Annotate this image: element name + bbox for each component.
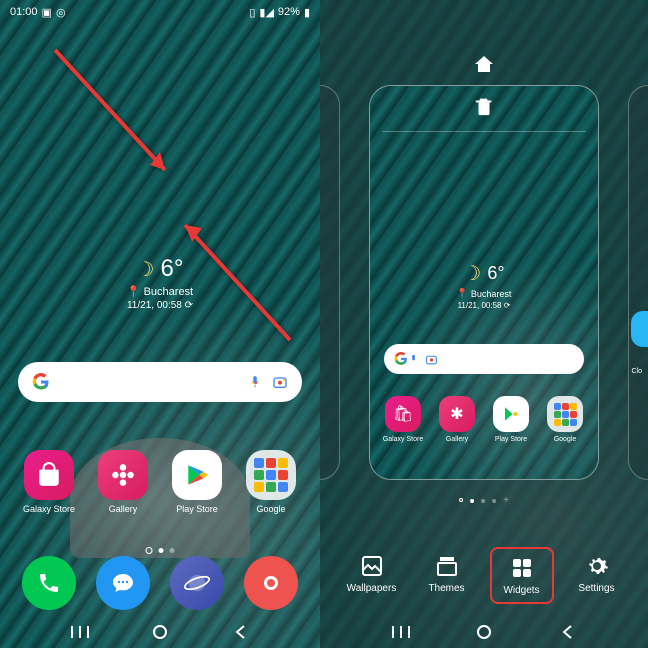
wallpaper-icon — [359, 553, 385, 579]
google-icon — [394, 352, 408, 366]
annotation-arrow — [45, 40, 195, 205]
app-row: 🛍Galaxy Store ✱Gallery Play Store Google — [370, 396, 598, 443]
pin-icon: 📍 — [127, 285, 141, 298]
tool-settings[interactable]: Settings — [565, 547, 629, 604]
play-icon — [184, 462, 210, 488]
flower-icon — [110, 462, 136, 488]
nav-back[interactable] — [230, 622, 250, 642]
battery-text: 92% — [278, 6, 300, 18]
gear-icon — [584, 553, 610, 579]
camera-icon — [259, 571, 283, 595]
page-indicator[interactable] — [146, 548, 175, 554]
preview-page-left[interactable] — [320, 85, 340, 480]
nav-recent[interactable] — [70, 622, 90, 642]
dock-phone[interactable] — [17, 556, 81, 610]
dock-messages[interactable] — [91, 556, 155, 610]
nav-back[interactable] — [557, 622, 577, 642]
folder-icon — [547, 396, 583, 432]
dock — [0, 556, 320, 610]
picture-icon: ▣ — [42, 6, 52, 19]
lens-icon[interactable] — [272, 374, 288, 390]
mic-icon — [408, 354, 419, 365]
signal-icon: ▮◢ — [259, 6, 274, 19]
tool-wallpapers[interactable]: Wallpapers — [340, 547, 404, 604]
google-search-bar[interactable] — [18, 362, 302, 402]
page-indicator: + — [459, 495, 509, 506]
app-galaxy-store[interactable]: Galaxy Store — [17, 450, 81, 514]
message-icon — [111, 571, 135, 595]
widgets-icon — [509, 555, 535, 581]
divider — [382, 131, 586, 132]
nav-bar — [0, 616, 320, 648]
app-label: Galaxy Store — [23, 504, 75, 514]
dot-active — [470, 499, 474, 503]
vibrate-icon: ▯ — [249, 6, 255, 19]
nav-home[interactable] — [150, 622, 170, 642]
edit-toolbar: Wallpapers Themes Widgets Settings — [320, 547, 648, 604]
dot — [481, 499, 485, 503]
mic-icon[interactable] — [248, 375, 262, 389]
status-time: 01:00 — [10, 6, 38, 18]
tool-widgets[interactable]: Widgets — [490, 547, 554, 604]
dock-internet[interactable] — [165, 556, 229, 610]
app-label: Play Store — [176, 504, 218, 514]
home-dot — [459, 498, 463, 502]
nav-home[interactable] — [474, 622, 494, 642]
home-screen-edit-mode: Clo ☽6° 📍Bucharest 11/21, 00:58 ⟳ 🛍Galax… — [320, 0, 648, 648]
app-gallery[interactable]: Gallery — [91, 450, 155, 514]
lens-icon — [425, 353, 438, 366]
trash-icon[interactable] — [473, 95, 495, 117]
target-icon: ◎ — [56, 6, 66, 19]
dot-active — [159, 548, 164, 553]
nav-bar — [320, 616, 648, 648]
annotation-arrow — [170, 210, 300, 355]
pin-icon: 📍 — [457, 288, 468, 299]
themes-icon — [434, 553, 460, 579]
home-indicator-icon[interactable] — [474, 55, 494, 78]
dock-camera[interactable] — [239, 556, 303, 610]
play-icon — [493, 396, 529, 432]
app-play-store[interactable]: Play Store — [165, 450, 229, 514]
add-page-icon[interactable]: + — [503, 495, 509, 506]
app-row: Galaxy Store Gallery Play Store Google — [0, 450, 320, 514]
google-icon — [32, 373, 50, 391]
status-bar: 01:00 ▣ ◎ ▯ ▮◢ 92% ▮ — [0, 0, 320, 24]
battery-icon: ▮ — [304, 6, 310, 19]
app-label: Google — [256, 504, 285, 514]
home-dot — [146, 547, 153, 554]
home-page-preview[interactable]: ☽6° 📍Bucharest 11/21, 00:58 ⟳ 🛍Galaxy St… — [369, 85, 599, 480]
google-search-bar — [384, 344, 584, 374]
planet-icon — [183, 569, 211, 597]
tool-themes[interactable]: Themes — [415, 547, 479, 604]
dot — [170, 548, 175, 553]
folder-grid-icon — [254, 458, 288, 492]
nav-recent[interactable] — [391, 622, 411, 642]
bag-icon — [36, 462, 62, 488]
moon-icon: ☽ — [463, 261, 481, 286]
weather-widget: ☽6° 📍Bucharest 11/21, 00:58 ⟳ — [457, 261, 512, 310]
app-label-partial: Clo — [631, 368, 642, 375]
flower-icon: ✱ — [439, 396, 475, 432]
moon-icon: ☽ — [137, 257, 155, 282]
app-google-folder[interactable]: Google — [239, 450, 303, 514]
phone-icon — [37, 571, 61, 595]
dot — [492, 499, 496, 503]
home-screen-normal: 01:00 ▣ ◎ ▯ ▮◢ 92% ▮ ☽ 6° 📍 Bucharest 11… — [0, 0, 320, 648]
preview-page-right[interactable] — [628, 85, 648, 480]
app-label: Gallery — [109, 504, 138, 514]
bag-icon: 🛍 — [385, 396, 421, 432]
